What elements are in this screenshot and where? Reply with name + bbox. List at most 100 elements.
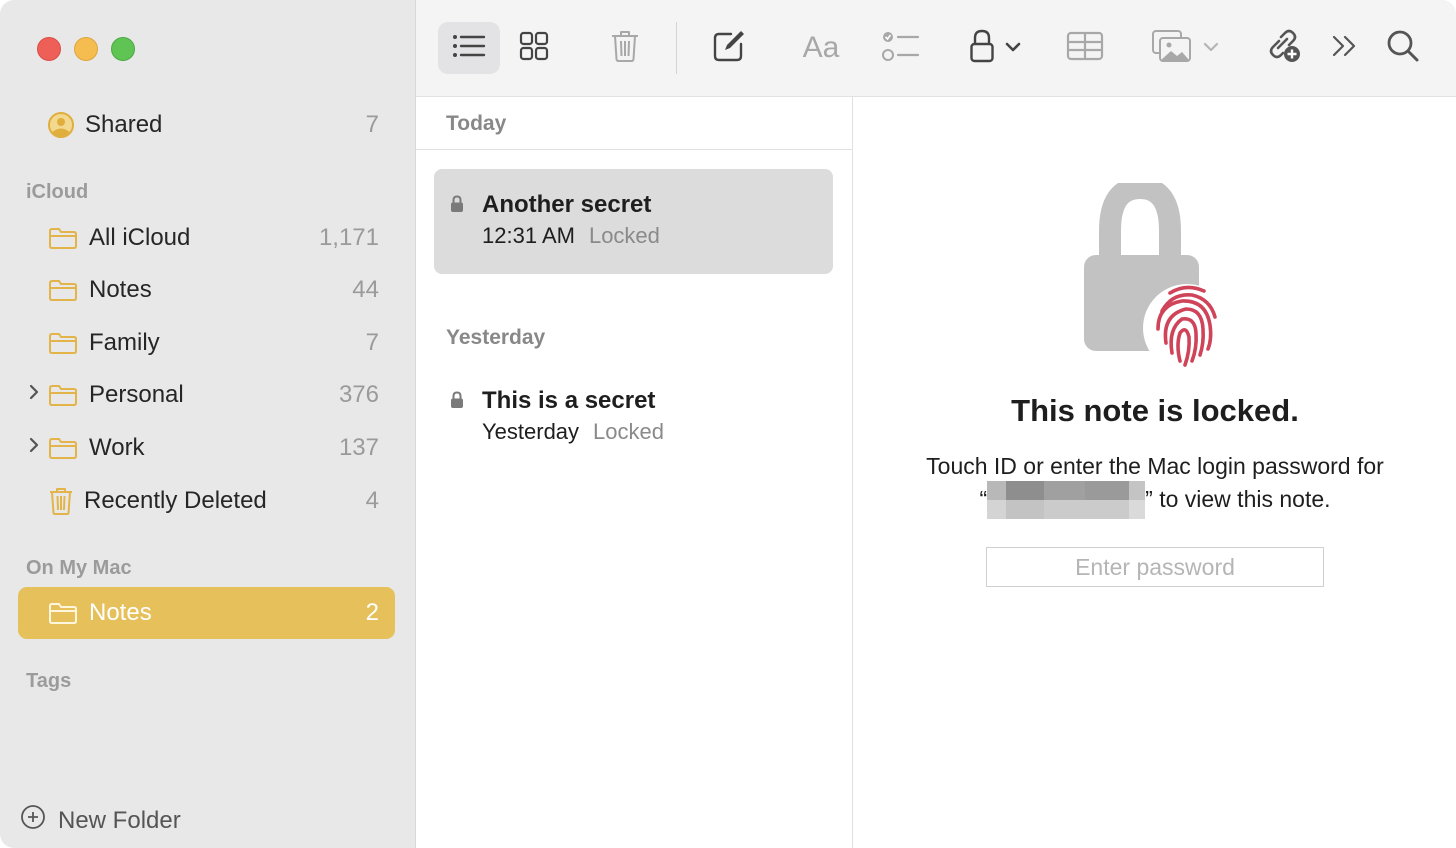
section-header-icloud: iCloud <box>26 181 89 203</box>
lock-icon <box>450 391 464 414</box>
window-controls <box>37 37 135 61</box>
sidebar-item-count: 7 <box>365 111 379 138</box>
media-button[interactable] <box>1144 22 1226 74</box>
photo-icon <box>1151 29 1193 68</box>
trash-icon <box>610 29 640 68</box>
sidebar-item-notes-on-my-mac[interactable]: Notes 2 <box>18 587 395 639</box>
format-button[interactable]: Aa <box>794 22 848 74</box>
sidebar-item-label: All iCloud <box>89 224 191 251</box>
section-header-tags: Tags <box>26 670 72 692</box>
link-add-icon <box>1263 28 1303 69</box>
sidebar-item-label: Personal <box>89 381 184 408</box>
chevron-down-icon <box>1005 39 1021 57</box>
grid-icon <box>519 31 549 66</box>
disclosure-chevron-icon[interactable] <box>28 436 42 460</box>
new-folder-label: New Folder <box>58 806 181 834</box>
sidebar-item-label: Notes <box>89 276 152 303</box>
close-window-button[interactable] <box>37 37 61 61</box>
note-detail: This note is locked. Touch ID or enter t… <box>854 97 1456 848</box>
sidebar-item-count: 137 <box>338 434 379 461</box>
group-header-yesterday: Yesterday <box>446 326 546 349</box>
sidebar-item-label: Work <box>89 434 145 461</box>
toolbar-separator <box>676 22 677 74</box>
gallery-view-button[interactable] <box>508 22 560 74</box>
note-time: 12:31 AM <box>482 223 575 248</box>
compose-icon <box>712 29 746 68</box>
lock-icon <box>969 29 995 68</box>
note-title: Another secret <box>482 191 652 218</box>
collaborate-button[interactable] <box>1256 22 1310 74</box>
folder-icon <box>48 435 78 461</box>
note-title: This is a secret <box>482 387 656 414</box>
note-list-item[interactable]: Another secret 12:31 AM Locked <box>434 169 833 274</box>
list-view-button[interactable] <box>438 22 500 74</box>
new-note-button[interactable] <box>702 22 756 74</box>
section-header-on-my-mac: On My Mac <box>26 557 132 579</box>
sidebar-item-recently-deleted[interactable]: Recently Deleted 4 <box>18 475 395 527</box>
folder-icon <box>48 382 78 408</box>
delete-note-button[interactable] <box>598 22 652 74</box>
sidebar-item-count: 376 <box>338 381 379 408</box>
search-button[interactable] <box>1378 22 1428 74</box>
group-header-today: Today <box>446 112 507 135</box>
chevron-down-icon <box>1203 39 1219 57</box>
plus-circle-icon <box>20 804 46 837</box>
checklist-button[interactable] <box>874 22 928 74</box>
note-status: Locked <box>588 223 660 248</box>
note-meta: 12:31 AM Locked <box>482 223 660 249</box>
sidebar-item-count: 1,171 <box>318 224 379 251</box>
search-icon <box>1386 29 1420 68</box>
folder-icon <box>48 330 78 356</box>
locked-description-line1: Touch ID or enter the Mac login password… <box>926 453 1384 479</box>
double-chevron-icon <box>1331 34 1359 63</box>
redacted-username <box>987 481 1146 519</box>
lock-icon <box>450 195 464 218</box>
locked-title: This note is locked. <box>1011 393 1299 428</box>
maximize-window-button[interactable] <box>111 37 135 61</box>
new-folder-button[interactable]: New Folder <box>20 804 181 837</box>
locked-description-line2: “ ” to view this note. <box>854 481 1456 519</box>
list-icon <box>452 33 486 64</box>
sidebar: Shared 7 iCloud All iCloud 1,171 Notes 4… <box>0 0 416 848</box>
minimize-window-button[interactable] <box>74 37 98 61</box>
sidebar-item-label: Recently Deleted <box>84 487 267 514</box>
folder-icon <box>48 277 78 303</box>
sidebar-item-count: 7 <box>365 329 379 356</box>
person-circle-icon <box>46 112 76 138</box>
toolbar: Aa <box>416 0 1456 97</box>
sidebar-item-personal[interactable]: Personal 376 <box>18 369 395 421</box>
sidebar-item-label: Notes <box>89 599 152 626</box>
table-icon <box>1066 31 1104 66</box>
note-meta: Yesterday Locked <box>482 419 664 445</box>
sidebar-item-label: Shared <box>85 111 163 138</box>
disclosure-chevron-icon[interactable] <box>28 383 42 407</box>
note-time: Yesterday <box>482 419 580 444</box>
lock-note-button[interactable] <box>962 22 1028 74</box>
checklist-icon <box>882 30 920 67</box>
notes-window: Shared 7 iCloud All iCloud 1,171 Notes 4… <box>0 0 1456 848</box>
sidebar-item-all-icloud[interactable]: All iCloud 1,171 <box>18 212 395 264</box>
sidebar-item-count: 44 <box>352 276 379 303</box>
folder-icon <box>48 600 78 626</box>
sidebar-item-shared[interactable]: Shared 7 <box>18 99 395 151</box>
text-format-icon: Aa <box>802 31 840 64</box>
divider <box>416 149 853 150</box>
open-quote: “ <box>979 486 988 512</box>
description-end: ” to view this note. <box>1145 486 1331 512</box>
password-input[interactable] <box>986 547 1324 587</box>
sidebar-item-count: 4 <box>365 487 379 514</box>
more-button[interactable] <box>1320 22 1370 74</box>
note-status: Locked <box>593 419 664 444</box>
sidebar-item-count: 2 <box>365 599 379 626</box>
folder-icon <box>48 225 78 251</box>
sidebar-item-family[interactable]: Family 7 <box>18 317 395 369</box>
touch-id-lock-icon <box>1082 176 1232 378</box>
note-list: Today Another secret 12:31 AM Locked Yest… <box>416 97 853 848</box>
trash-icon <box>46 488 76 515</box>
sidebar-item-work[interactable]: Work 137 <box>18 422 395 474</box>
sidebar-item-label: Family <box>89 329 160 356</box>
locked-description: Touch ID or enter the Mac login password… <box>854 451 1456 519</box>
sidebar-item-notes-icloud[interactable]: Notes 44 <box>18 264 395 316</box>
note-list-item[interactable]: This is a secret Yesterday Locked <box>434 365 833 470</box>
table-button[interactable] <box>1058 22 1112 74</box>
